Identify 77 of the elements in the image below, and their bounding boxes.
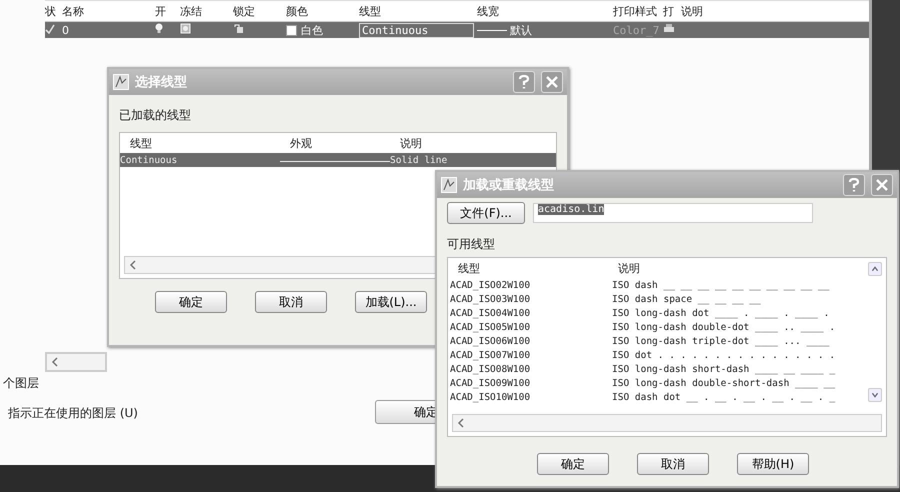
column-header[interactable]: 名称	[62, 4, 152, 18]
color-name[interactable]: 白色	[301, 22, 323, 38]
linetype-name[interactable]: ACAD_ISO05W100	[450, 322, 612, 332]
plot-style-cell: Color_7	[613, 24, 660, 36]
horizontal-scrollbar[interactable]	[452, 414, 882, 432]
column-header[interactable]: 打	[663, 4, 678, 18]
close-button[interactable]	[871, 174, 893, 196]
linetype-name[interactable]: ACAD_ISO02W100	[450, 280, 612, 290]
column-header[interactable]: 线型	[458, 260, 618, 276]
column-header[interactable]: 说明	[618, 260, 818, 276]
linetype-description: ISO dash __ __ __ __ __ __ __ __ __ __	[612, 280, 830, 290]
linetype-description: ISO long-dash short-dash ____ __ ____ _	[612, 364, 836, 374]
linetype-name[interactable]: ACAD_ISO06W100	[450, 336, 612, 346]
dialog-button[interactable]: 确定	[537, 453, 609, 475]
column-header[interactable]: 线型	[130, 136, 290, 150]
dialog-button[interactable]: 取消	[637, 453, 709, 475]
column-header[interactable]: 状	[45, 4, 59, 18]
column-header[interactable]: 线型	[359, 4, 474, 18]
linetype-description: ISO long-dash triple-dot ____ ... ____	[612, 336, 830, 346]
column-header[interactable]: 线宽	[477, 4, 610, 18]
check-icon	[45, 24, 55, 34]
question-mark-icon	[518, 75, 530, 89]
section-label: 已加载的线型	[119, 107, 192, 124]
linetype-name[interactable]: ACAD_ISO04W100	[450, 308, 612, 318]
dialog-title: 选择线型	[135, 74, 188, 91]
printer-icon[interactable]	[663, 23, 675, 34]
file-button[interactable]: 文件(F)...	[447, 202, 525, 224]
option-label[interactable]: 指示正在使用的图层 (U)	[8, 405, 138, 422]
linetype-description: ISO long-dash double-dot ____ .. ____ .	[612, 322, 836, 332]
linetype-row[interactable]: Continuous Solid line	[120, 153, 556, 167]
linetype-name[interactable]: ACAD_ISO10W100	[450, 392, 612, 402]
column-header[interactable]: 外观	[290, 136, 400, 150]
dialog-button[interactable]: 加载(L)...	[355, 291, 427, 313]
close-button[interactable]	[541, 71, 563, 93]
layer-name: 0	[62, 24, 70, 36]
scroll-left-icon[interactable]	[457, 418, 465, 428]
help-button[interactable]	[843, 174, 865, 196]
lineweight-cell[interactable]: 默认	[510, 22, 532, 38]
help-button[interactable]	[513, 71, 535, 93]
column-header[interactable]: 冻结	[180, 4, 230, 18]
lock-icon[interactable]	[233, 23, 244, 34]
dialog-title: 加载或重载线型	[463, 176, 555, 194]
app-icon	[113, 74, 129, 90]
scroll-left-icon[interactable]	[51, 357, 59, 367]
layer-row[interactable]: 0 白色 Continuous 默认 Color_7	[45, 22, 872, 38]
section-label: 可用线型	[447, 236, 496, 253]
file-field[interactable]: acadiso.lin	[533, 203, 813, 223]
question-mark-icon	[848, 178, 860, 192]
horizontal-scrollbar[interactable]	[46, 353, 106, 371]
close-icon	[546, 76, 558, 88]
column-header[interactable]: 开	[155, 4, 177, 18]
dialog-button[interactable]: 帮助(H)	[737, 453, 809, 475]
linetype-description: ISO dash dot __ . __ . __ . __ . __ . _	[612, 392, 836, 402]
linetype-name[interactable]: ACAD_ISO03W100	[450, 294, 612, 304]
lightbulb-icon[interactable]	[155, 23, 163, 34]
close-icon	[876, 179, 888, 191]
color-swatch[interactable]	[286, 24, 297, 36]
linetype-cell[interactable]: Continuous	[359, 22, 474, 38]
linetype-description: ISO dash space __ __ __ __	[612, 294, 761, 304]
layer-count-text: 个图层	[3, 375, 39, 392]
dialog-button[interactable]: 确定	[155, 291, 227, 313]
linetype-description: ISO long-dash double-short-dash ____ __	[612, 378, 836, 388]
column-header[interactable]: 颜色	[286, 4, 356, 18]
linetype-name[interactable]: ACAD_ISO09W100	[450, 378, 612, 388]
column-header[interactable]: 锁定	[233, 4, 283, 18]
linetype-name[interactable]: ACAD_ISO08W100	[450, 364, 612, 374]
scroll-up-icon[interactable]	[868, 262, 882, 276]
column-header[interactable]: 说明	[400, 136, 550, 150]
scroll-left-icon[interactable]	[129, 260, 137, 270]
linetype-description: ISO dot . . . . . . . . . . . . . . . .	[612, 350, 836, 360]
dialog-button[interactable]: 取消	[255, 291, 327, 313]
column-header[interactable]: 打印样式	[613, 4, 660, 18]
app-icon	[441, 177, 457, 193]
scroll-down-icon[interactable]	[868, 388, 882, 402]
linetype-description: ISO long-dash dot ____ . ____ . ____ .	[612, 308, 830, 318]
linetype-name[interactable]: ACAD_ISO07W100	[450, 350, 612, 360]
column-header[interactable]: 说明	[681, 4, 761, 18]
